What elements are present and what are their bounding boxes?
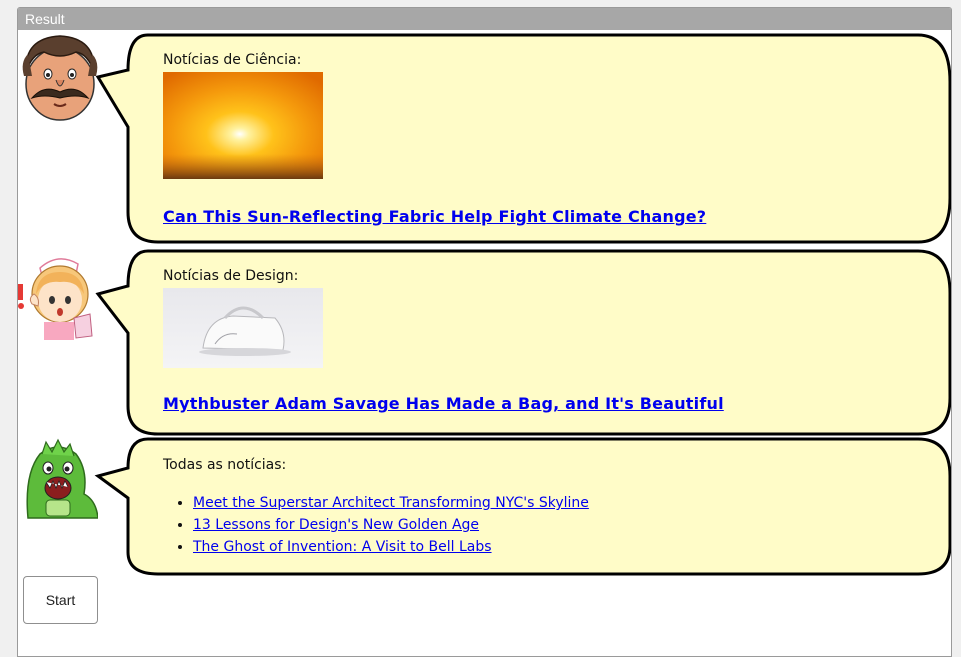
science-news-link[interactable]: Can This Sun-Reflecting Fabric Help Figh… [163,207,706,226]
list-item: 13 Lessons for Design's New Golden Age [193,514,589,536]
design-bubble-content: Notícias de Design: Mythbuster Adam Sava… [163,268,724,413]
section-title: Todas as notícias: [163,457,287,473]
list-item: The Ghost of Invention: A Visit to Bell … [193,536,589,558]
design-news-section: Notícias de Design: Mythbuster Adam Sava… [18,248,951,436]
design-news-link[interactable]: Mythbuster Adam Savage Has Made a Bag, a… [163,394,724,413]
sun-sunset-image [163,72,323,179]
news-list: Meet the Superstar Architect Transformin… [163,492,589,558]
news-list-link[interactable]: Meet the Superstar Architect Transformin… [193,495,589,511]
start-button[interactable]: Start [23,576,98,624]
science-news-section: Notícias de Ciência: Can This Sun-Reflec… [18,32,951,244]
section-title: Notícias de Ciência: [163,52,302,68]
science-bubble-content: Notícias de Ciência: Can This Sun-Reflec… [163,52,706,226]
all-news-section: Todas as notícias: Meet the Superstar Ar… [18,436,951,576]
section-title: Notícias de Design: [163,268,299,284]
list-item: Meet the Superstar Architect Transformin… [193,492,589,514]
all-news-bubble-content: Todas as notícias: Meet the Superstar Ar… [163,457,589,558]
result-header: Result [18,8,951,30]
white-bag-image [163,288,323,368]
result-frame: Result Notícias de Ciência: Can This Sun… [17,7,952,657]
news-list-link[interactable]: 13 Lessons for Design's New Golden Age [193,517,479,533]
news-list-link[interactable]: The Ghost of Invention: A Visit to Bell … [193,539,492,555]
